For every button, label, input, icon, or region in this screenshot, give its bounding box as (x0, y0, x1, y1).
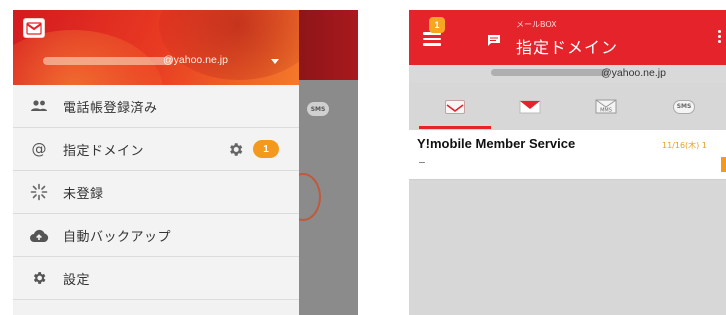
gear-icon[interactable] (227, 141, 244, 158)
drawer-item-designated-domain[interactable]: @ 指定ドメイン 1 (13, 128, 299, 171)
message-date: 11/16(木) 1 (662, 141, 707, 150)
account-name-redacted (491, 69, 609, 76)
drawer-item-label: 電話帳登録済み (63, 100, 158, 116)
contacts-icon (29, 96, 49, 116)
toolbar-title: 指定ドメイン (516, 38, 619, 57)
mms-envelope-icon: MMS (595, 99, 617, 114)
gear-glyph (230, 143, 243, 156)
menu-line (423, 43, 441, 46)
menu-icon[interactable] (423, 32, 441, 46)
dimmed-toolbar (299, 10, 358, 80)
drawer-item-label: 未登録 (63, 186, 104, 202)
mail-glyph (446, 103, 464, 112)
message-row[interactable]: Y!mobile Member Service 11/16(木) 1 (409, 130, 726, 180)
drawer-item-unregistered[interactable]: 未登録 (13, 171, 299, 214)
drawer-item-settings[interactable]: 設定 (13, 257, 299, 300)
active-tab-indicator (419, 126, 491, 129)
drawer-item-label: 指定ドメイン (63, 143, 145, 159)
header-shade (159, 10, 299, 80)
navigation-drawer: @yahoo.ne.jp 電話帳登録済み @ 指定ドメイン 1 未登録 自動バッ… (13, 10, 299, 315)
unread-flag (721, 157, 726, 172)
message-sender: Y!mobile Member Service (417, 136, 576, 151)
tab-mms-red[interactable] (495, 83, 565, 130)
toolbar-subtitle: メールBOX (516, 20, 557, 29)
account-domain[interactable]: @yahoo.ne.jp (163, 54, 228, 66)
tab-ymobile-mail[interactable] (420, 83, 490, 130)
menu-unread-badge: 1 (429, 17, 445, 33)
chat-icon (488, 35, 500, 46)
app-toolbar: 1 メールBOX 指定ドメイン (409, 10, 726, 65)
cloud-upload-icon (29, 225, 49, 245)
screenshot-stage: SMS @yahoo.ne.jp 電話帳登録済み @ 指定ドメイン 1 未登録 … (0, 0, 726, 315)
sparkle-icon (29, 182, 49, 202)
tab-sms[interactable]: SMS (649, 83, 719, 130)
people-glyph (31, 100, 47, 111)
at-sign-icon: @ (31, 140, 47, 158)
drawer-header: @yahoo.ne.jp (13, 10, 299, 85)
account-dropdown-icon[interactable] (271, 59, 279, 64)
cloud-glyph (30, 229, 49, 242)
message-list-empty-area (409, 180, 726, 315)
dimmed-content-behind-drawer[interactable]: SMS (285, 10, 358, 315)
left-phone-screen: SMS @yahoo.ne.jp 電話帳登録済み @ 指定ドメイン 1 未登録 … (13, 10, 358, 315)
menu-line (423, 37, 441, 40)
account-name-redacted (43, 57, 173, 65)
account-domain: @yahoo.ne.jp (601, 67, 666, 79)
drawer-item-contacts[interactable]: 電話帳登録済み (13, 85, 299, 128)
app-logo-icon (23, 18, 45, 38)
sparkle-glyph (30, 183, 48, 201)
gear-icon (29, 268, 49, 288)
unread-count-badge: 1 (253, 140, 279, 158)
message-preview (419, 162, 425, 163)
mail-logo-glyph (26, 21, 42, 35)
mailbox-tabs: MMS SMS (409, 83, 726, 130)
right-phone-screen: 1 メールBOX 指定ドメイン @yahoo.ne.jp MMS SMS Y!m… (409, 10, 726, 315)
sms-tab-icon: SMS (307, 102, 329, 116)
overflow-menu-icon[interactable] (718, 30, 722, 46)
mms-tab-label: MMS (600, 108, 612, 114)
mms-red-icon (519, 100, 541, 113)
gear-glyph (33, 272, 46, 284)
drawer-item-auto-backup[interactable]: 自動バックアップ (13, 214, 299, 257)
drawer-item-label: 設定 (63, 272, 91, 288)
sms-bubble-icon: SMS (673, 99, 695, 114)
account-bar: @yahoo.ne.jp (409, 65, 726, 83)
drawer-item-label: 自動バックアップ (63, 229, 172, 245)
tab-mms[interactable]: MMS (571, 83, 641, 130)
ymobile-mail-icon (445, 99, 465, 114)
